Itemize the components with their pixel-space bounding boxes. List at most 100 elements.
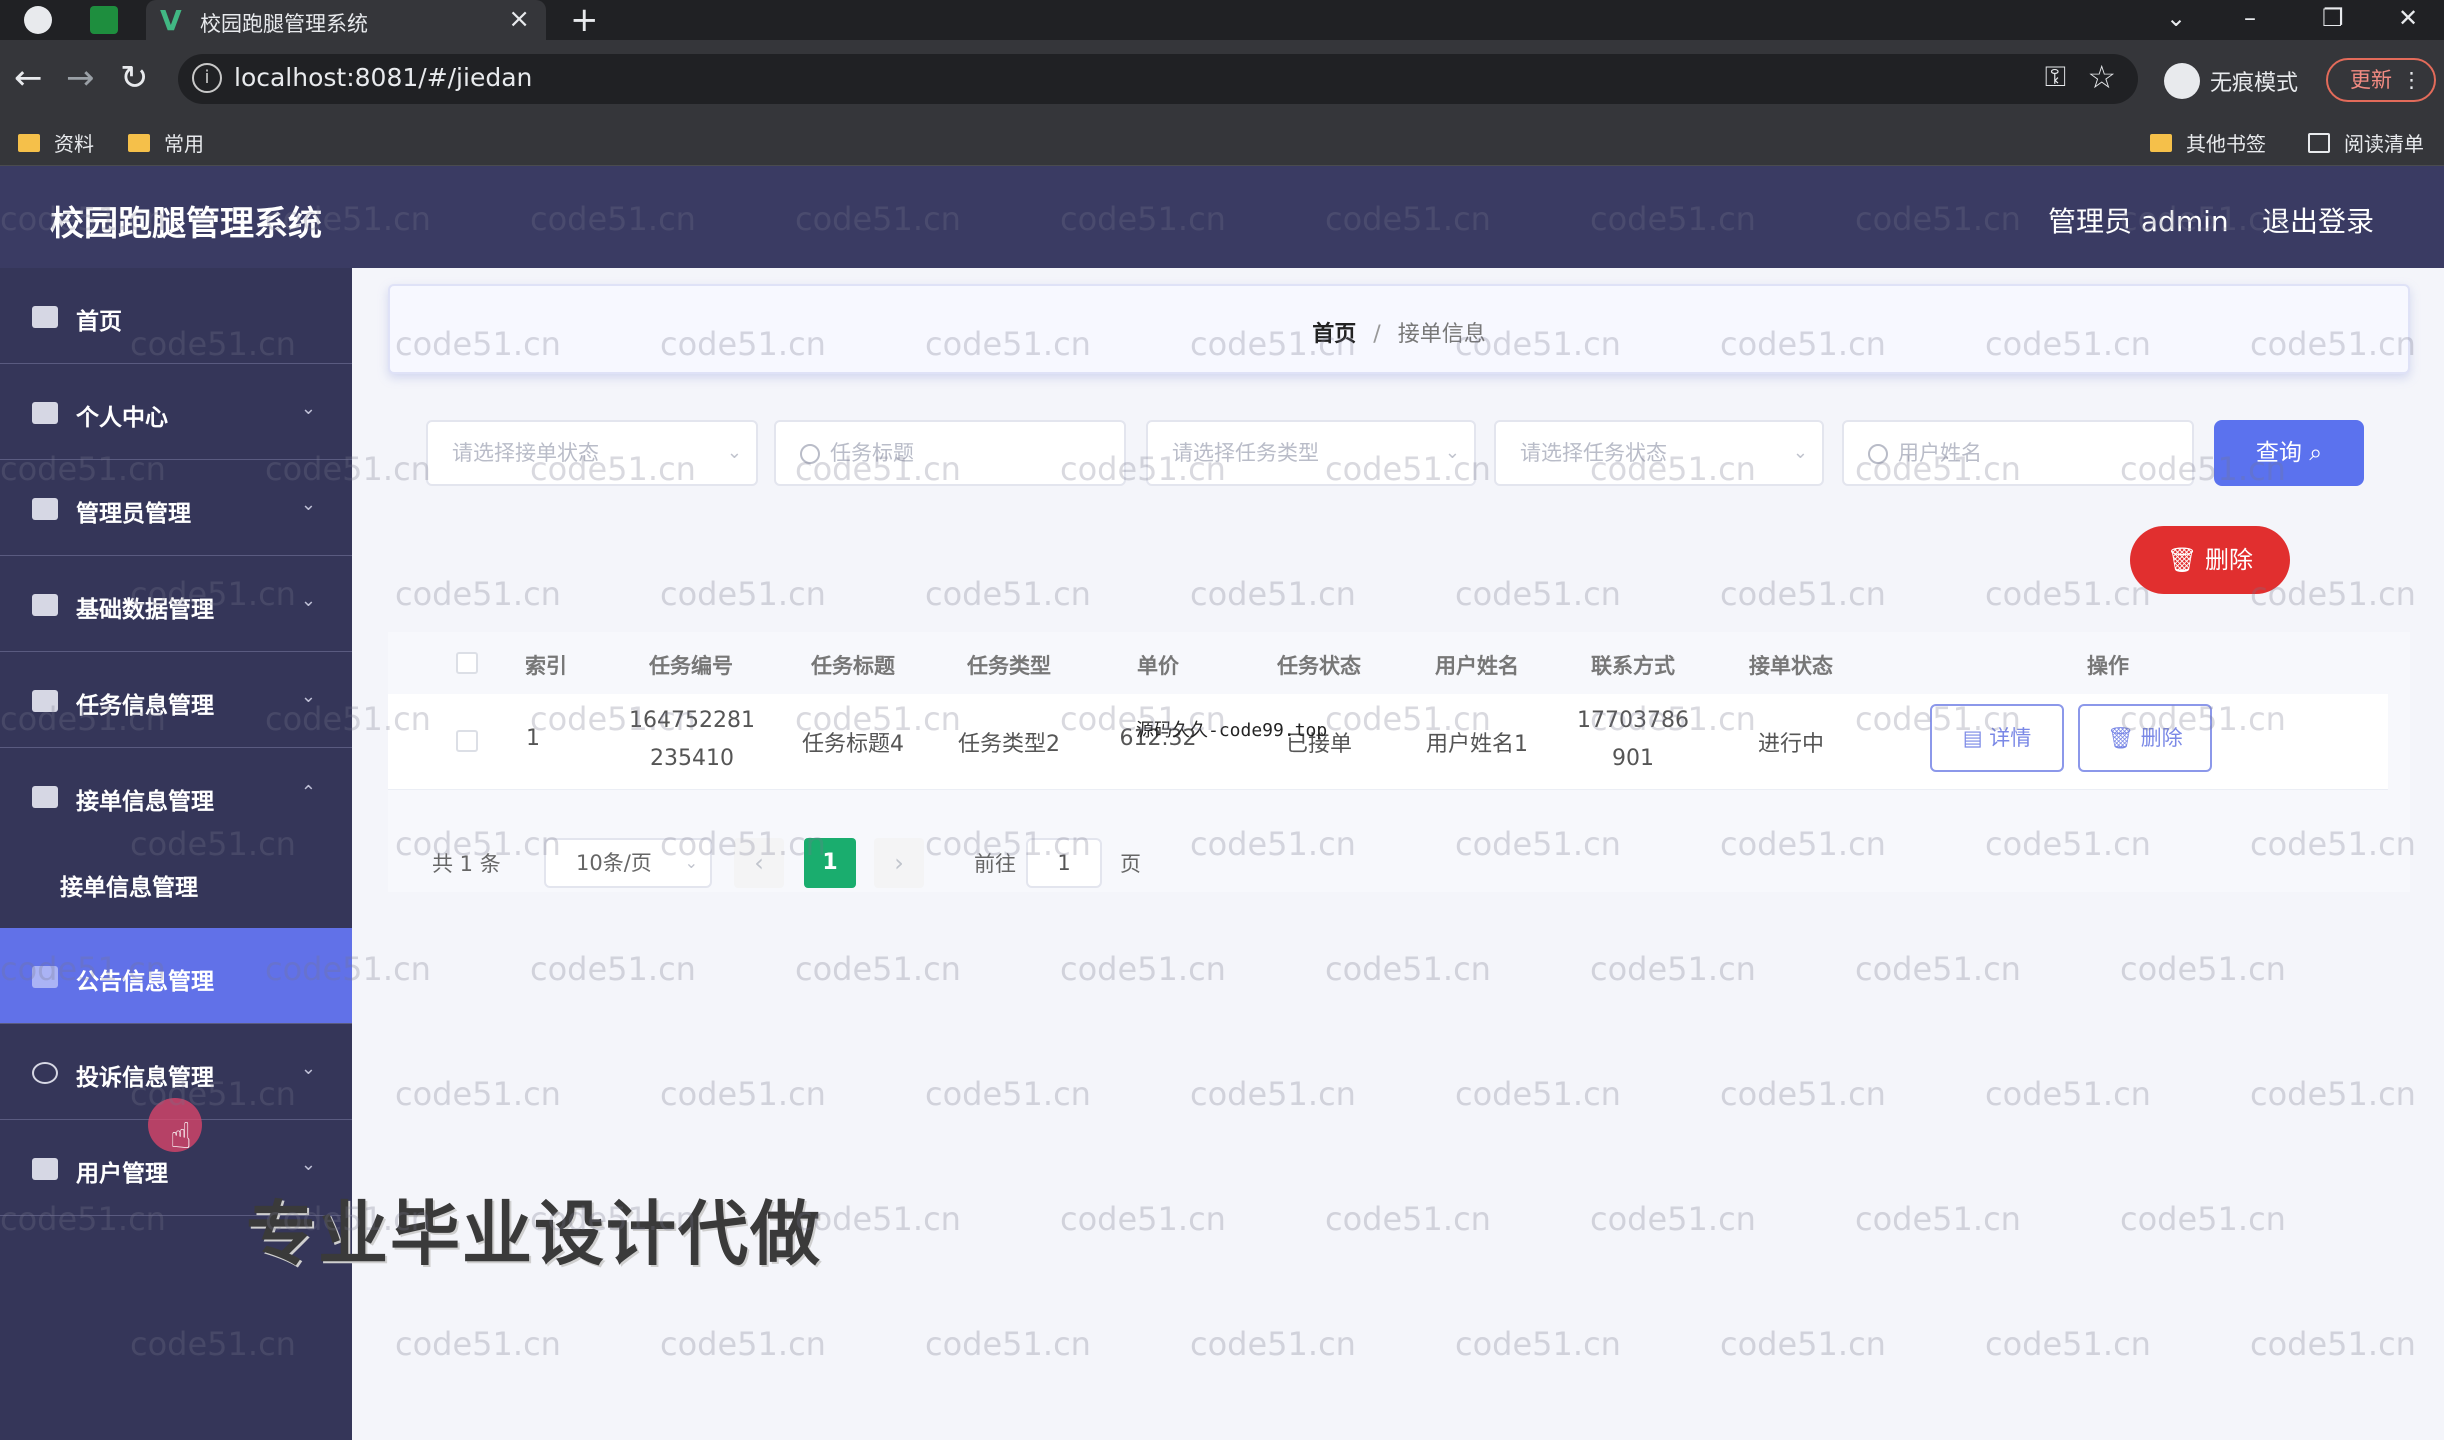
cell-user: 用户姓名1 <box>1426 732 1528 757</box>
sidebar-item-label: 管理员管理 <box>76 501 191 527</box>
page-number-current[interactable]: 1 <box>804 838 856 888</box>
url-text[interactable]: localhost:8081/#/jiedan <box>234 63 532 92</box>
restore-icon[interactable]: ❐ <box>2322 0 2344 36</box>
hand-cursor-icon: ☝ <box>170 1116 192 1157</box>
select-placeholder: 请选择接单状态 <box>452 441 599 465</box>
home-icon <box>32 306 58 328</box>
sidebar-item-admins[interactable]: 管理员管理 ⌄ <box>0 460 352 556</box>
browser-logo-icon[interactable] <box>24 6 52 34</box>
query-button[interactable]: 查询 ⌕ <box>2214 420 2364 486</box>
omnibox[interactable]: i localhost:8081/#/jiedan ⚿ ☆ <box>178 54 2138 104</box>
detail-button[interactable]: ▤ 详情 <box>1930 704 2064 772</box>
power-icon <box>32 1062 58 1084</box>
chevron-down-icon: ⌄ <box>300 686 316 707</box>
bookmark-label: 其他书签 <box>2186 132 2266 156</box>
overlay-watermark-text: 源码久久-code99.top <box>1136 720 1328 741</box>
incognito-label: 无痕模式 <box>2210 71 2299 96</box>
bookmark-folder-1[interactable]: 资料 <box>18 128 94 157</box>
col-task-status: 任务状态 <box>1277 654 1361 678</box>
col-actions: 操作 <box>2087 654 2129 678</box>
logout-link[interactable]: 退出登录 <box>2262 200 2374 240</box>
incognito-icon <box>2164 63 2200 99</box>
row-checkbox[interactable] <box>456 730 478 752</box>
trash-icon: 🗑 <box>2166 546 2198 574</box>
cell-title: 任务标题4 <box>802 732 904 757</box>
chevron-down-icon: ⌄ <box>300 494 316 515</box>
window-close-icon[interactable]: ✕ <box>2398 0 2418 36</box>
user-name-input[interactable]: 用户姓名 <box>1842 420 2194 486</box>
task-type-select[interactable]: 请选择任务类型 ⌄ <box>1146 420 1476 486</box>
vue-logo-icon: V <box>160 4 182 37</box>
tab-search-icon[interactable]: ⌄ <box>2166 0 2186 36</box>
prev-page-button[interactable]: ‹ <box>734 838 784 888</box>
overlay-ad-text: 专业毕业设计代做 <box>246 1193 822 1275</box>
breadcrumb: 首页 / 接单信息 <box>390 316 2408 348</box>
input-placeholder: 任务标题 <box>830 441 914 465</box>
update-button[interactable]: 更新 ⋮ <box>2326 58 2436 102</box>
site-info-icon[interactable]: i <box>192 63 222 93</box>
sidebar-item-basedata[interactable]: 基础数据管理 ⌄ <box>0 556 352 652</box>
sidebar-item-label: 个人中心 <box>76 405 168 431</box>
reading-list[interactable]: 阅读清单 <box>2308 128 2424 157</box>
minimize-icon[interactable]: – <box>2244 0 2256 36</box>
folder-icon <box>18 133 40 152</box>
order-status-select[interactable]: 请选择接单状态 ⌄ <box>426 420 758 486</box>
sidebar-item-tasks[interactable]: 任务信息管理 ⌄ <box>0 652 352 748</box>
bookmark-folder-2[interactable]: 常用 <box>128 128 204 157</box>
sheet-tab-icon[interactable] <box>90 6 118 34</box>
forward-icon[interactable]: → <box>66 56 95 100</box>
bookmark-star-icon[interactable]: ☆ <box>2087 58 2116 96</box>
col-type: 任务类型 <box>967 654 1051 678</box>
detail-label: 详情 <box>1989 726 2032 750</box>
key-icon[interactable]: ⚿ <box>2045 60 2066 94</box>
page-size-select[interactable]: 10条/页 ⌄ <box>544 838 712 888</box>
sidebar-item-profile[interactable]: 个人中心 ⌄ <box>0 364 352 460</box>
sidebar-item-label: 接单信息管理 <box>76 789 214 815</box>
col-price: 单价 <box>1137 654 1179 678</box>
chevron-up-icon: ⌃ <box>300 782 316 803</box>
user-icon <box>32 402 58 424</box>
tab-close-icon[interactable]: × <box>508 4 530 34</box>
cell-code-line: 164752281 <box>629 708 755 733</box>
reading-list-icon <box>2308 132 2330 153</box>
sidebar-item-label: 任务信息管理 <box>76 693 214 719</box>
page-size-label: 10条/页 <box>576 851 652 875</box>
brand-title: 校园跑腿管理系统 <box>50 204 322 244</box>
browser-tab-active[interactable]: V 校园跑腿管理系统 × <box>146 0 546 40</box>
chevron-down-icon: ⌄ <box>300 1058 316 1079</box>
folder-icon <box>2150 133 2172 152</box>
cell-code-line: 235410 <box>650 746 734 771</box>
sidebar-item-notices[interactable]: 公告信息管理 <box>0 928 352 1024</box>
address-bar: ← → ↻ i localhost:8081/#/jiedan ⚿ ☆ 无痕模式… <box>0 40 2444 118</box>
col-index: 索引 <box>525 654 567 678</box>
task-title-input[interactable]: 任务标题 <box>774 420 1126 486</box>
batch-delete-button[interactable]: 🗑 删除 <box>2130 526 2290 594</box>
row-delete-button[interactable]: 🗑 删除 <box>2078 704 2212 772</box>
col-code: 任务编号 <box>649 654 733 678</box>
bookmark-other[interactable]: 其他书签 <box>2150 128 2266 157</box>
sidebar-item-orders[interactable]: 接单信息管理 ⌃ <box>0 748 352 844</box>
incognito-indicator[interactable]: 无痕模式 <box>2164 60 2298 102</box>
new-tab-button[interactable]: + <box>570 0 599 40</box>
back-icon[interactable]: ← <box>14 56 43 100</box>
reload-icon[interactable]: ↻ <box>120 56 149 100</box>
chevron-down-icon: ⌄ <box>300 1154 316 1175</box>
chevron-down-icon: ⌄ <box>1792 442 1808 463</box>
next-page-button[interactable]: › <box>874 838 924 888</box>
goto-page-input[interactable]: 1 <box>1026 838 1102 888</box>
bookmark-label: 阅读清单 <box>2344 132 2424 156</box>
task-status-select[interactable]: 请选择任务状态 ⌄ <box>1494 420 1824 486</box>
input-placeholder: 用户姓名 <box>1898 441 1982 465</box>
more-menu-icon[interactable]: ⋮ <box>2401 60 2422 100</box>
breadcrumb-home[interactable]: 首页 <box>1312 322 1356 347</box>
sidebar-item-home[interactable]: 首页 <box>0 268 352 364</box>
chevron-down-icon: ⌄ <box>684 853 698 872</box>
sidebar-item-label: 基础数据管理 <box>76 597 214 623</box>
col-order-status: 接单状态 <box>1749 654 1833 678</box>
cell-phone: 17703786 901 <box>1560 702 1706 778</box>
search-icon <box>800 444 820 464</box>
tab-title: 校园跑腿管理系统 <box>200 12 368 36</box>
sidebar-subitem-orders[interactable]: 接单信息管理 <box>0 838 352 928</box>
select-all-checkbox[interactable] <box>456 652 478 674</box>
cell-order-status: 进行中 <box>1757 732 1824 757</box>
